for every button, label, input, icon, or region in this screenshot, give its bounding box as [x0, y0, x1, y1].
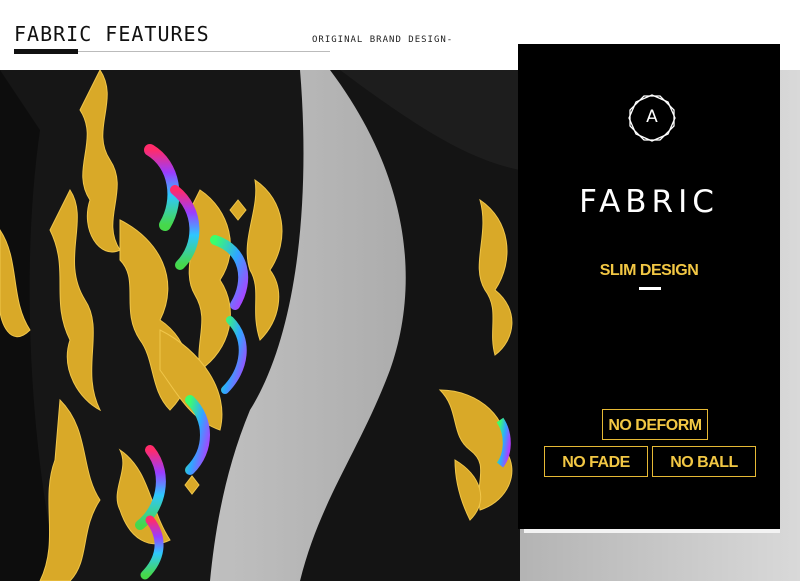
- panel-title: FABRIC: [579, 184, 719, 220]
- section-title: FABRIC FEATURES: [14, 22, 210, 46]
- title-divider-line: [78, 51, 330, 52]
- feature-tag-no-deform: NO DEFORM: [602, 409, 708, 440]
- octagon-badge-icon: A: [628, 94, 676, 142]
- fabric-info-panel: A FABRIC SLIM DESIGN NO DEFORM NO FADE N…: [518, 44, 780, 529]
- section-subtitle: ORIGINAL BRAND DESIGN-: [312, 35, 454, 45]
- feature-tag-no-fade: NO FADE: [544, 446, 648, 477]
- panel-subtitle: SLIM DESIGN: [599, 262, 699, 279]
- subtitle-underline: [639, 287, 661, 290]
- feature-tag-no-ball: NO BALL: [652, 446, 756, 477]
- badge-letter: A: [646, 107, 658, 127]
- title-underline-bar: [14, 49, 78, 54]
